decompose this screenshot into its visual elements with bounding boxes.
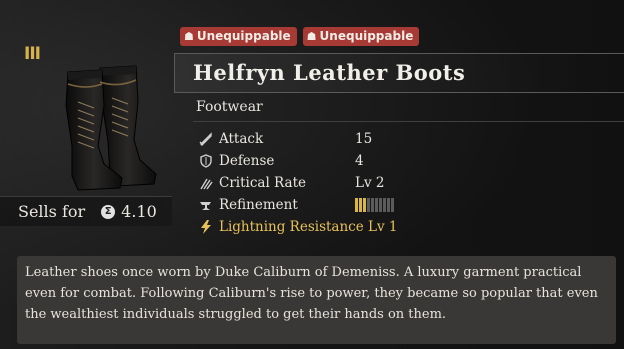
refinement-segment	[383, 198, 386, 212]
stat-refinement: Refinement	[196, 194, 616, 216]
badge-label: Unequippable	[196, 29, 291, 43]
unequippable-badge: ☗ Unequippable	[180, 27, 297, 46]
character-icon: ☗	[306, 30, 317, 43]
sells-label: Sells for	[18, 202, 86, 221]
stat-attack: Attack 15	[196, 128, 616, 150]
sword-icon	[196, 132, 216, 146]
sell-price: Sells for Σ 4.10	[0, 196, 172, 226]
refinement-bar	[355, 198, 475, 212]
stat-value: 4	[355, 153, 364, 169]
badge-label: Unequippable	[319, 29, 414, 43]
leather-boots-icon	[65, 65, 157, 191]
stat-label: Refinement	[219, 197, 298, 213]
refinement-segment	[379, 198, 382, 212]
stat-value: 15	[355, 131, 373, 147]
item-category: Footwear	[196, 99, 263, 115]
stat-label: Defense	[219, 153, 275, 169]
item-title: Helfryn Leather Boots	[193, 60, 466, 85]
refinement-segment	[363, 198, 366, 212]
refinement-segment	[371, 198, 374, 212]
stat-label: Critical Rate	[219, 175, 306, 191]
stat-value: Lv 2	[355, 175, 385, 191]
coin-icon: Σ	[101, 204, 116, 219]
stats-list: Attack 15 Defense 4 Critical Rate Lv 2 R…	[196, 128, 616, 238]
refinement-segment	[367, 198, 370, 212]
stat-label: Attack	[219, 131, 264, 147]
sells-value: 4.10	[121, 202, 157, 221]
refinement-segment	[387, 198, 390, 212]
refinement-segment	[355, 198, 358, 212]
bonus-lightning-resistance: Lightning Resistance Lv 1	[196, 216, 616, 238]
character-icon: ☗	[184, 30, 194, 43]
refinement-segment	[391, 198, 394, 212]
stat-critical-rate: Critical Rate Lv 2	[196, 172, 616, 194]
lightning-icon	[196, 220, 216, 234]
restriction-badges: ☗ Unequippable ☗ Unequippable	[180, 27, 420, 46]
refinement-segment	[375, 198, 378, 212]
tier-indicator: III	[24, 44, 41, 64]
item-description: Leather shoes once worn by Duke Caliburn…	[17, 256, 616, 344]
unequippable-badge: ☗ Unequippable	[302, 27, 420, 46]
title-box: Helfryn Leather Boots	[174, 53, 624, 93]
shield-icon	[196, 154, 216, 168]
claw-icon	[196, 176, 216, 190]
refinement-segment	[359, 198, 362, 212]
stat-defense: Defense 4	[196, 150, 616, 172]
divider	[193, 121, 624, 122]
bonus-label: Lightning Resistance Lv 1	[219, 219, 398, 235]
item-panel: III Sells for Σ 4.10	[0, 28, 174, 226]
anvil-icon	[196, 198, 216, 212]
